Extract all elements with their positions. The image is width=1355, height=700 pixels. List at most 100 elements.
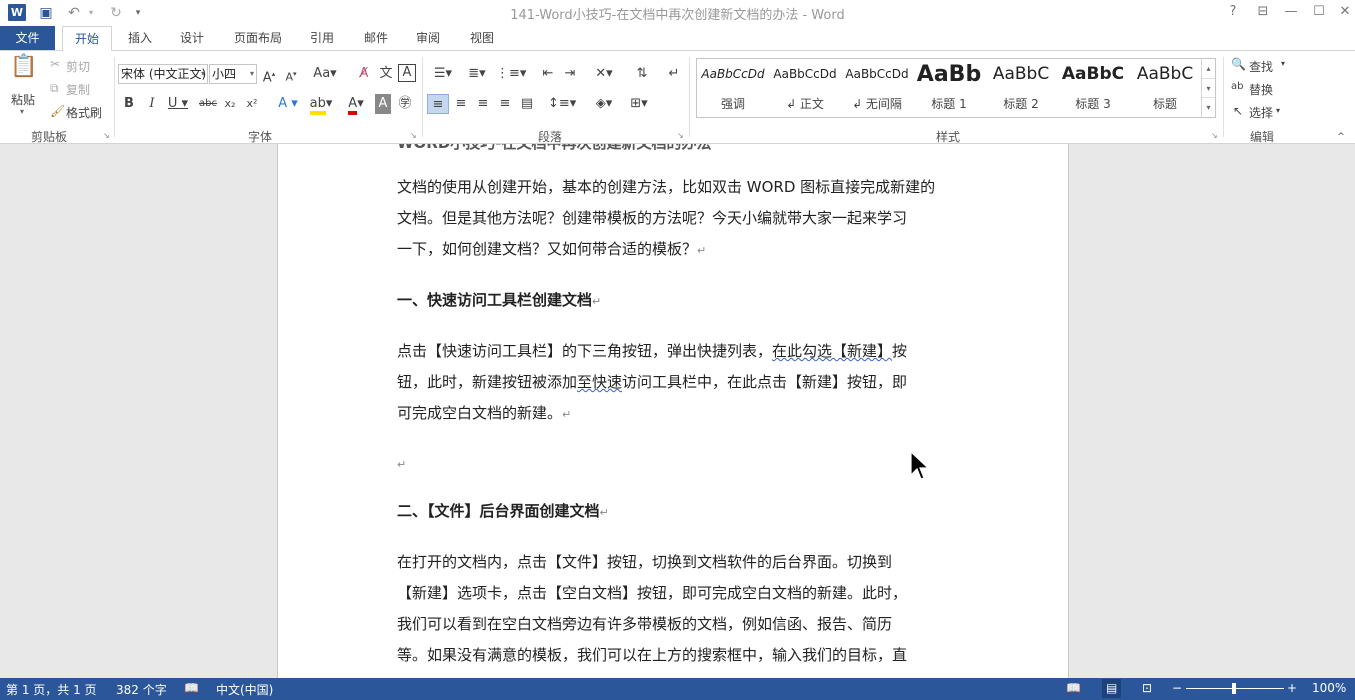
chevron-up-icon[interactable]: ▴ <box>1202 59 1215 78</box>
chevron-down-icon[interactable]: ▾ <box>1202 78 1215 97</box>
chevron-down-icon[interactable]: ▾ <box>1276 106 1280 115</box>
italic-icon[interactable]: I <box>145 94 159 114</box>
bold-icon[interactable]: B <box>122 94 136 114</box>
multilevel-list-icon[interactable]: ⋮≡▾ <box>496 64 526 84</box>
style-emphasis[interactable]: AaBbCcDd 强调 <box>697 59 769 117</box>
zoom-out-button[interactable]: − <box>1172 681 1182 695</box>
word-count[interactable]: 382 个字 <box>116 681 167 698</box>
distributed-icon[interactable]: ▤ <box>517 94 537 114</box>
replace-icon[interactable]: ab <box>1231 81 1243 92</box>
format-painter-button[interactable]: 格式刷 <box>66 104 102 121</box>
paste-button[interactable]: 粘贴 <box>11 91 35 108</box>
proofing-icon[interactable]: 📖 <box>184 681 199 695</box>
font-size-select[interactable]: 小四 ▾ <box>209 64 257 84</box>
cut-button[interactable]: 剪切 <box>66 58 90 75</box>
grow-font-icon[interactable]: A▴ <box>261 64 277 85</box>
replace-button[interactable]: 替换 <box>1249 81 1273 98</box>
clear-formatting-icon[interactable]: A̸ <box>354 64 374 84</box>
show-formatting-marks-icon[interactable]: ↵ <box>664 64 684 84</box>
web-layout-icon[interactable]: ⊡ <box>1142 681 1152 695</box>
decrease-indent-icon[interactable]: ⇤ <box>538 64 558 84</box>
align-center-icon[interactable]: ≡ <box>451 94 471 114</box>
paste-icon[interactable]: 📋 <box>10 56 38 87</box>
line-spacing-icon[interactable]: ↕≡▾ <box>548 94 576 114</box>
paragraph-launcher-icon[interactable]: ↘ <box>677 131 684 140</box>
justify-icon[interactable]: ≡ <box>495 94 515 114</box>
change-case-icon[interactable]: Aa▾ <box>311 64 339 84</box>
style-heading-3[interactable]: AaBbC 标题 3 <box>1057 59 1129 117</box>
tab-home[interactable]: 开始 <box>62 26 112 51</box>
bullets-icon[interactable]: ☰▾ <box>428 64 458 84</box>
document-page[interactable]: WORD小技巧-在文档中再次创建新文档的办法 文档的使用从创建开始，基本的创建方… <box>277 144 1069 678</box>
select-icon[interactable]: ↖ <box>1233 104 1243 118</box>
numbering-icon[interactable]: ≣▾ <box>462 64 492 84</box>
borders-icon[interactable]: ⊞▾ <box>624 94 654 114</box>
read-mode-icon[interactable]: 📖 <box>1066 681 1081 695</box>
document-area[interactable]: WORD小技巧-在文档中再次创建新文档的办法 文档的使用从创建开始，基本的创建方… <box>0 144 1355 678</box>
character-border-icon[interactable]: A <box>398 64 416 82</box>
cut-icon[interactable]: ✂ <box>50 57 60 71</box>
chevron-down-icon[interactable]: ▾ <box>1281 59 1285 68</box>
group-label-font: 字体 <box>247 130 272 144</box>
style-no-spacing[interactable]: AaBbCcDd ↲ 无间隔 <box>841 59 913 117</box>
text-effects-icon[interactable]: A ▾ <box>276 94 300 114</box>
superscript-icon[interactable]: x² <box>244 94 260 114</box>
styles-launcher-icon[interactable]: ↘ <box>1211 131 1218 140</box>
minimize-button[interactable]: — <box>1276 2 1306 22</box>
increase-indent-icon[interactable]: ⇥ <box>560 64 580 84</box>
style-name: 标题 3 <box>1075 97 1111 111</box>
style-title[interactable]: AaBbC 标题 <box>1129 59 1201 117</box>
print-layout-icon[interactable]: ▤ <box>1102 679 1122 698</box>
zoom-slider-thumb[interactable] <box>1232 683 1236 694</box>
tab-layout[interactable]: 页面布局 <box>226 26 290 50</box>
shading-icon[interactable]: ◈▾ <box>590 94 618 114</box>
style-heading-1[interactable]: AaBb 标题 1 <box>913 59 985 117</box>
tab-view[interactable]: 视图 <box>460 26 504 50</box>
strikethrough-icon[interactable]: abc <box>198 94 218 114</box>
format-painter-icon[interactable]: 🖌 <box>50 104 65 118</box>
font-name-value: 宋体 (中文正文) <box>121 67 207 81</box>
find-button[interactable]: 查找 <box>1249 58 1273 75</box>
grammar-squiggle[interactable]: 至快速 <box>577 373 622 391</box>
phonetic-guide-icon[interactable]: 文 <box>376 64 396 84</box>
language-indicator[interactable]: 中文(中国) <box>216 681 273 698</box>
zoom-level[interactable]: 100% <box>1312 681 1346 695</box>
font-color-icon[interactable]: A▾ <box>341 94 371 115</box>
page-count[interactable]: 第 1 页，共 1 页 <box>6 681 97 698</box>
style-heading-2[interactable]: AaBbC 标题 2 <box>985 59 1057 117</box>
clipboard-launcher-icon[interactable]: ↘ <box>103 131 110 140</box>
font-launcher-icon[interactable]: ↘ <box>410 131 417 140</box>
align-left-icon[interactable]: ≡ <box>427 94 449 114</box>
align-right-icon[interactable]: ≡ <box>473 94 493 114</box>
styles-scroll[interactable]: ▴ ▾ ▾ <box>1201 59 1215 117</box>
grammar-squiggle[interactable]: 在此勾选【新建】 <box>772 342 892 360</box>
font-name-select[interactable]: 宋体 (中文正文) ▾ <box>118 64 208 84</box>
help-icon[interactable]: ? <box>1218 2 1248 22</box>
zoom-in-button[interactable]: + <box>1287 681 1297 695</box>
shrink-font-icon[interactable]: A▾ <box>283 64 299 84</box>
chinese-layout-icon[interactable]: ✕▾ <box>590 64 618 84</box>
tab-references[interactable]: 引用 <box>300 26 344 50</box>
copy-button[interactable]: 复制 <box>66 81 90 98</box>
highlight-color-icon[interactable]: ab▾ <box>306 94 336 115</box>
style-normal[interactable]: AaBbCcDd ↲ 正文 <box>769 59 841 117</box>
close-button[interactable]: ✕ <box>1330 2 1355 22</box>
chevron-down-icon: ▾ <box>249 69 254 78</box>
tab-design[interactable]: 设计 <box>170 26 214 50</box>
text-line: 文档的使用从创建开始，基本的创建方法，比如双击 WORD 图标直接完成新建的 <box>397 178 936 196</box>
find-icon[interactable]: 🔍 <box>1231 57 1246 71</box>
copy-icon[interactable]: ⧉ <box>50 81 59 96</box>
tab-file[interactable]: 文件 <box>0 26 55 50</box>
sort-icon[interactable]: ⇅ <box>632 64 652 84</box>
tab-insert[interactable]: 插入 <box>118 26 162 50</box>
tab-review[interactable]: 审阅 <box>406 26 450 50</box>
subscript-icon[interactable]: x₂ <box>222 94 238 114</box>
tab-mailings[interactable]: 邮件 <box>354 26 398 50</box>
paste-dropdown-icon[interactable]: ▾ <box>20 107 24 116</box>
more-styles-icon[interactable]: ▾ <box>1202 97 1215 116</box>
enclose-characters-icon[interactable]: ㊫ <box>396 94 414 114</box>
underline-icon[interactable]: U ▾ <box>166 94 190 114</box>
ribbon-display-options-icon[interactable]: ⊟ <box>1248 2 1278 22</box>
character-shading-icon[interactable]: A <box>375 94 391 114</box>
select-button[interactable]: 选择 <box>1249 104 1273 121</box>
